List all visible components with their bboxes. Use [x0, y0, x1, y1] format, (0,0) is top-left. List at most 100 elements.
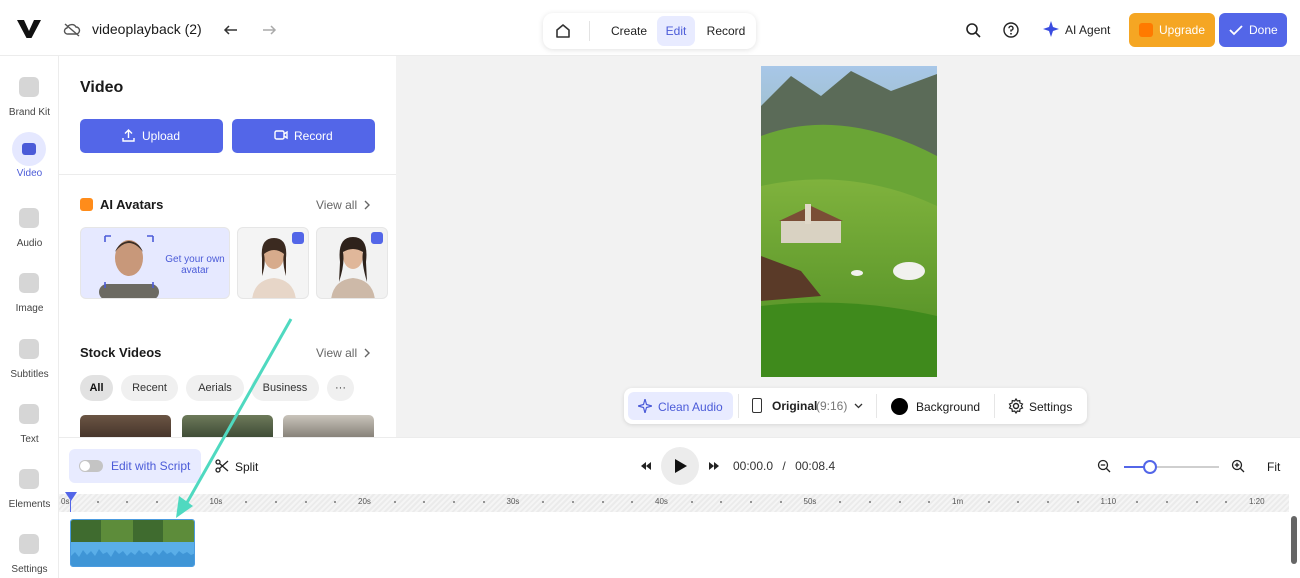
sidebar-item-settings[interactable]: Settings — [0, 528, 59, 578]
own-avatar-text: Get your own avatar — [165, 254, 225, 276]
filter-all[interactable]: All — [80, 375, 113, 401]
ruler-tick — [1017, 501, 1020, 503]
ratio-value: (9:16) — [816, 399, 848, 413]
cloud-sync-icon — [63, 23, 81, 37]
zoom-slider-handle[interactable] — [1142, 460, 1157, 474]
zoom-out-icon[interactable] — [1097, 459, 1111, 473]
elements-icon — [19, 469, 39, 489]
ai-agent-label: AI Agent — [1065, 23, 1111, 37]
tab-record[interactable]: Record — [701, 16, 751, 46]
filter-business[interactable]: Business — [251, 375, 319, 401]
divider — [59, 174, 396, 175]
ruler-tick-label: 30s — [506, 497, 520, 506]
sidebar-item-video[interactable]: Video — [0, 132, 59, 190]
video-icon — [12, 132, 46, 166]
sidebar-item-label: Brand Kit — [8, 107, 51, 118]
ruler-tick — [482, 501, 485, 503]
sidebar-item-subtitles[interactable]: Subtitles — [0, 333, 59, 391]
sidebar-item-elements[interactable]: Elements — [0, 463, 59, 521]
timeline-ruler[interactable]: 0s 10s 20s 30s 40s 50s 1m 1:10 1:20 — [59, 494, 1289, 512]
avatar-face-icon — [99, 235, 159, 298]
tab-edit[interactable]: Edit — [657, 16, 695, 46]
sidebar-item-label: Elements — [8, 499, 51, 510]
ruler-tick — [423, 501, 426, 503]
clean-audio-button[interactable]: Clean Audio — [628, 392, 733, 420]
stock-video-thumbnail[interactable] — [283, 415, 374, 437]
fit-button[interactable]: Fit — [1267, 460, 1280, 474]
help-icon[interactable] — [1003, 22, 1019, 38]
zoom-slider[interactable] — [1124, 460, 1219, 474]
panel-title: Video — [80, 79, 124, 96]
upload-button[interactable]: Upload — [80, 119, 223, 153]
tab-create[interactable]: Create — [604, 16, 654, 46]
ruler-tick — [720, 501, 723, 503]
sidebar-item-brand-kit[interactable]: Brand Kit — [0, 71, 59, 129]
upgrade-button[interactable]: Upgrade — [1129, 13, 1215, 47]
ruler-tick — [898, 501, 901, 503]
filter-aerials[interactable]: Aerials — [186, 375, 244, 401]
chevron-right-icon — [364, 348, 370, 358]
vertical-scrollbar[interactable] — [1291, 516, 1297, 564]
play-button[interactable] — [661, 447, 699, 485]
camera-icon — [274, 130, 288, 140]
ai-avatars-view-all[interactable]: View all — [316, 198, 357, 212]
settings-label[interactable]: Settings — [1029, 400, 1072, 414]
ruler-tick — [453, 501, 456, 503]
avatar-card[interactable] — [316, 227, 388, 299]
ruler-tick — [334, 501, 337, 503]
ruler-tick — [750, 501, 753, 503]
current-time: 00:00.0 — [733, 459, 774, 473]
sidebar-item-text[interactable]: Text — [0, 398, 59, 456]
ai-avatar-icon — [80, 198, 93, 211]
sidebar-item-image[interactable]: Image — [0, 267, 59, 325]
toggle-switch[interactable] — [79, 460, 103, 472]
sidebar-item-label: Video — [16, 168, 43, 179]
undo-icon[interactable] — [223, 22, 239, 38]
background-label[interactable]: Background — [916, 400, 980, 414]
sparkle-icon — [1043, 21, 1059, 37]
record-button[interactable]: Record — [232, 119, 375, 153]
scissors-icon — [215, 459, 229, 473]
media-panel: Video Upload Record AI Avatars View all — [59, 56, 396, 437]
rewind-icon[interactable] — [639, 459, 653, 473]
ruler-tick-label: 1:10 — [1100, 497, 1117, 506]
edit-with-script-toggle[interactable]: Edit with Script — [69, 449, 201, 483]
phone-icon — [752, 398, 762, 413]
playhead-marker-icon[interactable] — [65, 492, 77, 502]
ruler-tick — [1076, 501, 1079, 503]
stock-videos-title: Stock Videos — [80, 345, 162, 360]
create-own-avatar-card[interactable]: Get your own avatar — [80, 227, 230, 299]
gear-icon[interactable] — [1008, 398, 1024, 414]
more-filters-button[interactable]: ··· — [327, 375, 354, 401]
app-logo-icon[interactable] — [16, 18, 42, 40]
ruler-tick-label: 1:20 — [1249, 497, 1265, 506]
project-title[interactable]: videoplayback (2) — [92, 21, 202, 37]
ruler-tick — [274, 501, 277, 503]
left-sidebar: Brand Kit Video Audio Image Subtitles Te… — [0, 56, 59, 578]
avatar-card[interactable] — [237, 227, 309, 299]
audio-icon — [19, 208, 39, 228]
ruler-tick-label: 20s — [358, 497, 371, 506]
ruler-tick — [987, 501, 990, 503]
video-clip[interactable] — [70, 519, 195, 567]
ruler-tick — [779, 501, 782, 503]
stock-videos-view-all[interactable]: View all — [316, 346, 357, 360]
upload-label: Upload — [142, 129, 181, 143]
fast-forward-icon[interactable] — [707, 459, 721, 473]
ruler-tick — [126, 501, 129, 503]
filter-recent[interactable]: Recent — [121, 375, 178, 401]
stock-video-thumbnail[interactable] — [80, 415, 171, 437]
stock-video-thumbnail[interactable] — [182, 415, 273, 437]
zoom-in-icon[interactable] — [1231, 459, 1245, 473]
ruler-tick — [1047, 501, 1050, 503]
chevron-down-icon — [854, 403, 863, 409]
home-icon[interactable] — [551, 19, 575, 43]
search-icon[interactable] — [965, 22, 981, 38]
ruler-tick — [1225, 501, 1228, 503]
redo-icon[interactable] — [261, 22, 277, 38]
done-label: Done — [1249, 23, 1278, 37]
sidebar-item-audio[interactable]: Audio — [0, 202, 59, 260]
background-color-swatch[interactable] — [891, 398, 908, 415]
video-preview-image[interactable] — [761, 66, 937, 377]
done-button[interactable]: Done — [1219, 13, 1287, 47]
